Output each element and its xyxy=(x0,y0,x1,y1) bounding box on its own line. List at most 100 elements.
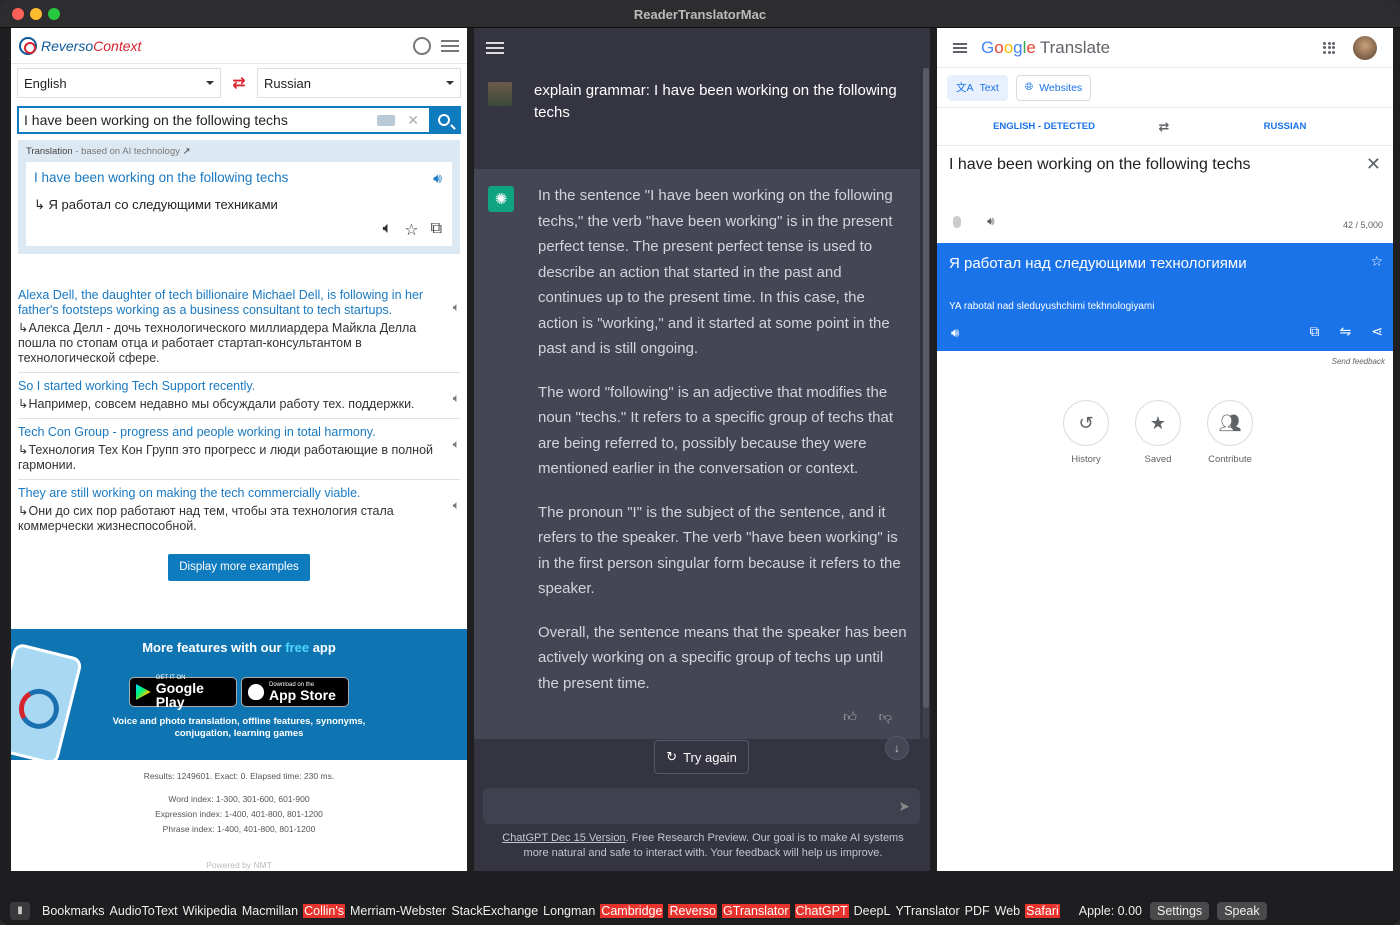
target-language[interactable]: RUSSIAN xyxy=(1177,121,1393,132)
google-play-badge[interactable]: GET IT ON Google Play xyxy=(129,675,237,709)
scrollbar-thumb[interactable] xyxy=(923,68,929,708)
thumbs-down-icon[interactable]: 👎︎ xyxy=(879,709,892,725)
app-store-badge[interactable]: Download on the App Store xyxy=(241,677,349,707)
example-en: Alexa Dell, the daughter of tech billion… xyxy=(18,288,424,317)
tab-websites[interactable]: 🌐︎ Websites xyxy=(1015,74,1092,101)
target-language-select[interactable]: Russian xyxy=(257,68,461,98)
search-button[interactable] xyxy=(429,107,459,133)
title-bar: ReaderTranslatorMac xyxy=(0,0,1400,28)
stats-phrase-index[interactable]: Phrase index: 1-400, 401-800, 801-1200 xyxy=(11,822,467,837)
translation-label: Translation - based on AI technology ↗ xyxy=(26,146,191,157)
saved-button[interactable]: ★ Saved xyxy=(1135,400,1181,465)
source-text[interactable]: I have been working on the following tec… xyxy=(949,156,1251,174)
toolbar-item[interactable]: DeepL xyxy=(854,904,891,918)
toolbar-item[interactable]: ChatGPT xyxy=(794,903,849,918)
assistant-message: ✺ In the sentence "I have been working o… xyxy=(474,169,920,739)
chevron-down-icon xyxy=(206,81,214,85)
clear-icon[interactable]: ✕ xyxy=(1366,154,1381,175)
source-language[interactable]: ENGLISH - DETECTED xyxy=(937,121,1151,132)
star-icon[interactable]: ☆ xyxy=(1370,253,1383,270)
example-en: They are still working on making the tec… xyxy=(18,486,361,500)
scroll-down-icon[interactable]: ↓ xyxy=(885,736,909,760)
account-icon[interactable] xyxy=(413,36,431,55)
menu-icon[interactable] xyxy=(441,39,459,52)
toolbar-item[interactable]: Web xyxy=(995,904,1020,918)
avatar[interactable] xyxy=(1353,35,1377,60)
google-translate-logo[interactable]: Google Translate xyxy=(981,38,1110,58)
source-text-area[interactable]: I have been working on the following tec… xyxy=(937,146,1393,243)
bookmark-icon[interactable]: ▮ xyxy=(10,901,30,920)
scrollbar[interactable] xyxy=(923,68,929,738)
toolbar-item[interactable]: Longman xyxy=(543,904,595,918)
search-input[interactable]: I have been working on the following tec… xyxy=(24,112,377,128)
microphone-icon[interactable] xyxy=(953,216,961,228)
promo-title-post: app xyxy=(309,640,336,655)
toolbar-item[interactable]: YTranslator xyxy=(895,904,959,918)
history-button[interactable]: ↺ History xyxy=(1063,400,1109,465)
example-item[interactable]: So I started working Tech Support recent… xyxy=(18,373,460,419)
toolbar-item[interactable]: Cambridge xyxy=(600,903,664,918)
source-language-select[interactable]: English xyxy=(17,68,221,98)
speaker-icon[interactable]: 🔊︎ xyxy=(951,325,959,341)
toolbar-item[interactable]: Macmillan xyxy=(242,904,298,918)
star-icon[interactable]: ☆ xyxy=(404,220,418,240)
example-item[interactable]: Alexa Dell, the daughter of tech billion… xyxy=(18,282,460,373)
menu-icon[interactable] xyxy=(953,42,967,53)
try-again-button[interactable]: ↻ Try again xyxy=(654,740,749,774)
speaker-icon[interactable]: 🔈︎ xyxy=(453,391,460,406)
user-message-text: explain grammar: I have been working on … xyxy=(534,82,897,121)
answer-paragraph: The pronoun "I" is the subject of the se… xyxy=(538,503,901,598)
toolbar-item[interactable]: Wikipedia xyxy=(183,904,237,918)
search-field[interactable]: I have been working on the following tec… xyxy=(17,106,461,134)
copy-icon[interactable]: ⧉ xyxy=(431,220,442,240)
translate-icon: 文A xyxy=(956,82,974,94)
message-input[interactable]: ➤ xyxy=(483,788,920,824)
reverso-header: Reverso Context xyxy=(11,28,467,64)
translation-result: ↳ Я работал со следующими техниками xyxy=(34,197,278,212)
swap-languages-icon[interactable]: ⇄ xyxy=(1151,119,1177,135)
toolbar-item[interactable]: Safari xyxy=(1025,903,1060,918)
clear-icon[interactable]: ✕ xyxy=(407,112,419,129)
example-ru: ↳Алекса Делл - дочь технологического мил… xyxy=(18,321,417,365)
history-label: History xyxy=(1071,454,1101,465)
swap-languages-icon[interactable]: ⇄ xyxy=(225,69,253,97)
speaker-icon[interactable]: 🔊︎ xyxy=(987,214,995,229)
tab-text[interactable]: 文A Text xyxy=(947,74,1008,101)
share-icon[interactable]: ⋖ xyxy=(1371,323,1383,340)
star-icon: ★ xyxy=(1135,400,1181,446)
reverso-logo[interactable]: Reverso Context xyxy=(19,36,141,55)
toolbar-item[interactable]: StackExchange xyxy=(451,904,538,918)
send-feedback-link[interactable]: Send feedback xyxy=(937,351,1393,366)
toolbar-item[interactable]: Bookmarks xyxy=(42,904,105,918)
speaker-icon[interactable]: 🔊︎ xyxy=(433,170,442,187)
speak-button[interactable]: Speak xyxy=(1217,901,1267,920)
example-item[interactable]: They are still working on making the tec… xyxy=(18,480,460,540)
stats-expression-index[interactable]: Expression index: 1-400, 401-800, 801-12… xyxy=(11,807,467,822)
display-more-examples-button[interactable]: Display more examples xyxy=(168,554,310,581)
speaker-icon[interactable]: 🔈︎ xyxy=(453,437,460,452)
bottom-toolbar: ▮ Bookmarks AudioToText Wikipedia Macmil… xyxy=(0,896,1400,925)
copy-icon[interactable]: ⧉ xyxy=(1310,323,1320,340)
thumbs-up-icon[interactable]: 👍︎ xyxy=(843,709,857,725)
toolbar-item[interactable]: GTranslator xyxy=(721,903,790,918)
speaker-icon[interactable]: 🔈︎ xyxy=(453,498,460,513)
toolbar-item[interactable]: Reverso xyxy=(668,903,717,918)
keyboard-icon[interactable] xyxy=(377,114,396,126)
toolbar-item[interactable]: PDF xyxy=(965,904,990,918)
version-link[interactable]: ChatGPT Dec 15 Version xyxy=(502,832,625,844)
speaker-icon[interactable]: 🔈︎ xyxy=(383,220,393,240)
stats-word-index[interactable]: Word index: 1-300, 301-600, 601-900 xyxy=(11,792,467,807)
apps-grid-icon[interactable] xyxy=(1323,41,1335,54)
settings-button[interactable]: Settings xyxy=(1150,901,1210,920)
rate-translation-icon[interactable]: ⇋ xyxy=(1340,323,1352,340)
send-icon[interactable]: ➤ xyxy=(898,798,910,815)
menu-icon[interactable] xyxy=(486,42,504,54)
example-item[interactable]: Tech Con Group - progress and people wor… xyxy=(18,419,460,480)
footer-note: ChatGPT Dec 15 Version. Free Research Pr… xyxy=(490,831,916,861)
toolbar-item[interactable]: AudioToText xyxy=(110,904,178,918)
toolbar-item[interactable]: Merriam-Webster xyxy=(350,904,446,918)
toolbar-item[interactable]: Collin's xyxy=(303,903,345,918)
speaker-icon[interactable]: 🔈︎ xyxy=(453,300,460,315)
contribute-button[interactable]: 👥︎ Contribute xyxy=(1207,400,1253,465)
window-title: ReaderTranslatorMac xyxy=(633,7,767,22)
